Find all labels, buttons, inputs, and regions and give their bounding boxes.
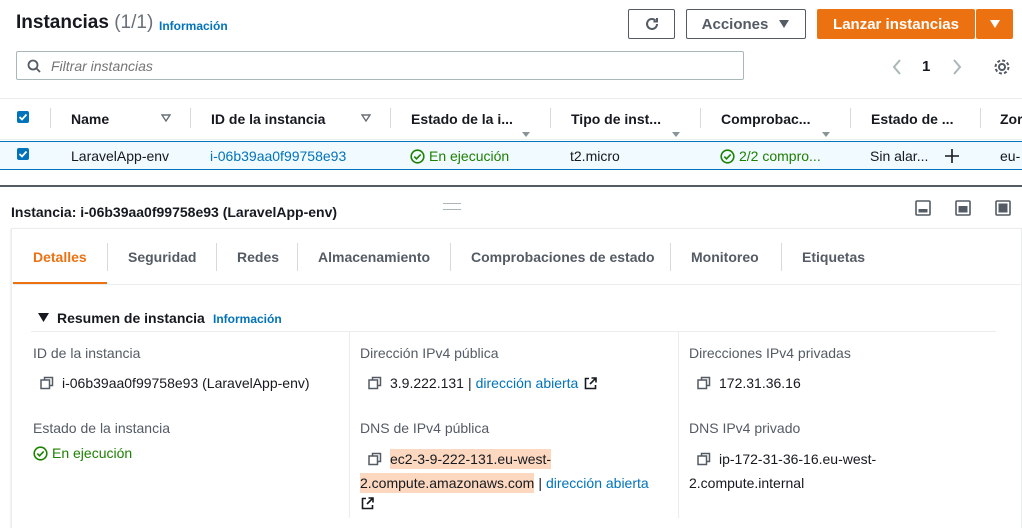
column-divider [349,332,350,518]
column-header-name[interactable]: Name [71,100,109,138]
column-header-instance-type[interactable]: Tipo de inst... [571,100,661,138]
section-divider [31,331,996,332]
status-success-icon [410,148,425,164]
column-divider [50,108,51,128]
info-link[interactable]: Información [159,19,228,33]
row-alarm-status: Sin alar... [870,148,929,164]
next-page-icon[interactable] [952,59,962,75]
tab-monitoring[interactable]: Monitoreo [691,241,759,273]
check-icon [18,113,28,121]
check-icon [18,150,28,158]
column-divider [980,108,981,128]
copy-icon[interactable] [697,452,711,466]
tab-security[interactable]: Seguridad [128,241,196,273]
instance-state-label: Estado de la instancia [33,420,170,436]
copy-icon[interactable] [697,376,711,390]
tab-divider [450,243,451,271]
private-dns-line1: ip-172-31-36-16.eu-west- [697,447,876,471]
tab-divider [670,243,671,271]
previous-page-icon[interactable] [892,59,902,75]
row-status-checks[interactable]: 2/2 compro... [720,144,821,168]
column-divider [850,108,851,128]
add-alarm-icon[interactable] [945,149,959,163]
actions-button[interactable]: Acciones [686,9,806,39]
tab-details[interactable]: Detalles [33,241,87,273]
column-header-instance-id[interactable]: ID de la instancia [211,100,325,138]
panel-full-icon[interactable] [995,200,1011,216]
instance-id-label: ID de la instancia [33,345,141,361]
private-ip-label: Direcciones IPv4 privadas [689,345,851,361]
current-page[interactable]: 1 [922,58,930,75]
tab-divider [781,243,782,271]
column-divider [390,108,391,128]
public-dns-line2: 2.compute.amazonaws.com | dirección abie… [360,473,649,493]
tab-tags[interactable]: Etiquetas [802,241,865,273]
row-instance-type: t2.micro [570,148,620,164]
caret-down-icon [779,20,790,28]
sort-icon[interactable] [822,132,830,137]
panel-half-icon[interactable] [955,200,971,216]
copy-icon[interactable] [40,376,54,390]
tab-divider [107,243,108,271]
tab-networking[interactable]: Redes [237,241,279,273]
column-header-zone[interactable]: Zor [1000,100,1022,138]
caret-down-icon [989,20,1000,28]
launch-dropdown-button[interactable] [976,9,1013,39]
column-divider [550,108,551,128]
sort-icon[interactable] [522,132,530,137]
summary-info-link[interactable]: Información [213,312,282,326]
panel-bottom-icon[interactable] [915,200,931,216]
public-ip-value: 3.9.222.131 | dirección abierta [368,375,598,391]
external-link-icon[interactable] [584,376,598,390]
tab-status-checks[interactable]: Comprobaciones de estado [471,241,655,273]
launch-instances-button[interactable]: Lanzar instancias [817,9,975,39]
column-divider [678,332,679,518]
status-success-icon [33,445,48,461]
filter-caret-icon[interactable] [361,114,371,122]
page-title: Instancias (1/1) [16,12,154,33]
search-icon [27,59,41,73]
gear-icon[interactable] [993,58,1011,76]
private-dns-label: DNS IPv4 privado [689,420,801,436]
instance-state-value: En ejecución [33,445,132,461]
copy-icon[interactable] [368,376,382,390]
row-zone: eu- [1000,148,1021,164]
search-field[interactable] [16,51,744,80]
resize-handle[interactable] [443,203,461,210]
tab-storage[interactable]: Almacenamiento [318,241,430,273]
column-header-alarm-status[interactable]: Estado de ... [871,100,953,138]
private-ip-value: 172.31.36.16 [697,375,801,391]
collapse-caret-icon[interactable] [38,313,49,322]
detail-title: Instancia: i-06b39aa0f99758e93 (LaravelA… [11,204,338,220]
public-dns-open-link[interactable]: dirección abierta [546,475,649,491]
column-header-status-checks[interactable]: Comprobac... [721,100,810,138]
select-all-checkbox[interactable] [17,111,29,123]
tab-divider [297,243,298,271]
column-divider [190,108,191,128]
refresh-icon [645,17,658,30]
filter-caret-icon[interactable] [161,114,171,122]
public-ip-open-link[interactable]: dirección abierta [476,375,579,391]
row-state: En ejecución [410,144,509,168]
split-divider[interactable] [0,185,1022,187]
column-header-instance-state[interactable]: Estado de la i... [411,100,513,138]
public-dns-label: DNS de IPv4 pública [360,420,490,436]
copy-icon[interactable] [368,452,382,466]
row-checkbox[interactable] [17,148,29,160]
section-title[interactable]: Resumen de instancia [57,310,205,326]
tab-divider [216,243,217,271]
search-input[interactable] [49,56,733,75]
external-link-icon[interactable] [361,497,374,510]
row-instance-id-link[interactable]: i-06b39aa0f99758e93 [210,144,346,168]
row-name: LaravelApp-env [71,148,170,164]
column-divider [700,108,701,128]
instance-id-value: i-06b39aa0f99758e93 (LaravelApp-env) [40,375,310,391]
sort-icon[interactable] [672,132,680,137]
private-dns-line2: 2.compute.internal [689,475,805,491]
status-success-icon [720,148,735,164]
public-dns-line1: ec2-3-9-222-131.eu-west- [368,447,552,471]
public-ip-label: Dirección IPv4 pública [360,345,499,361]
refresh-button[interactable] [628,9,675,39]
tabs-divider [13,284,1022,285]
